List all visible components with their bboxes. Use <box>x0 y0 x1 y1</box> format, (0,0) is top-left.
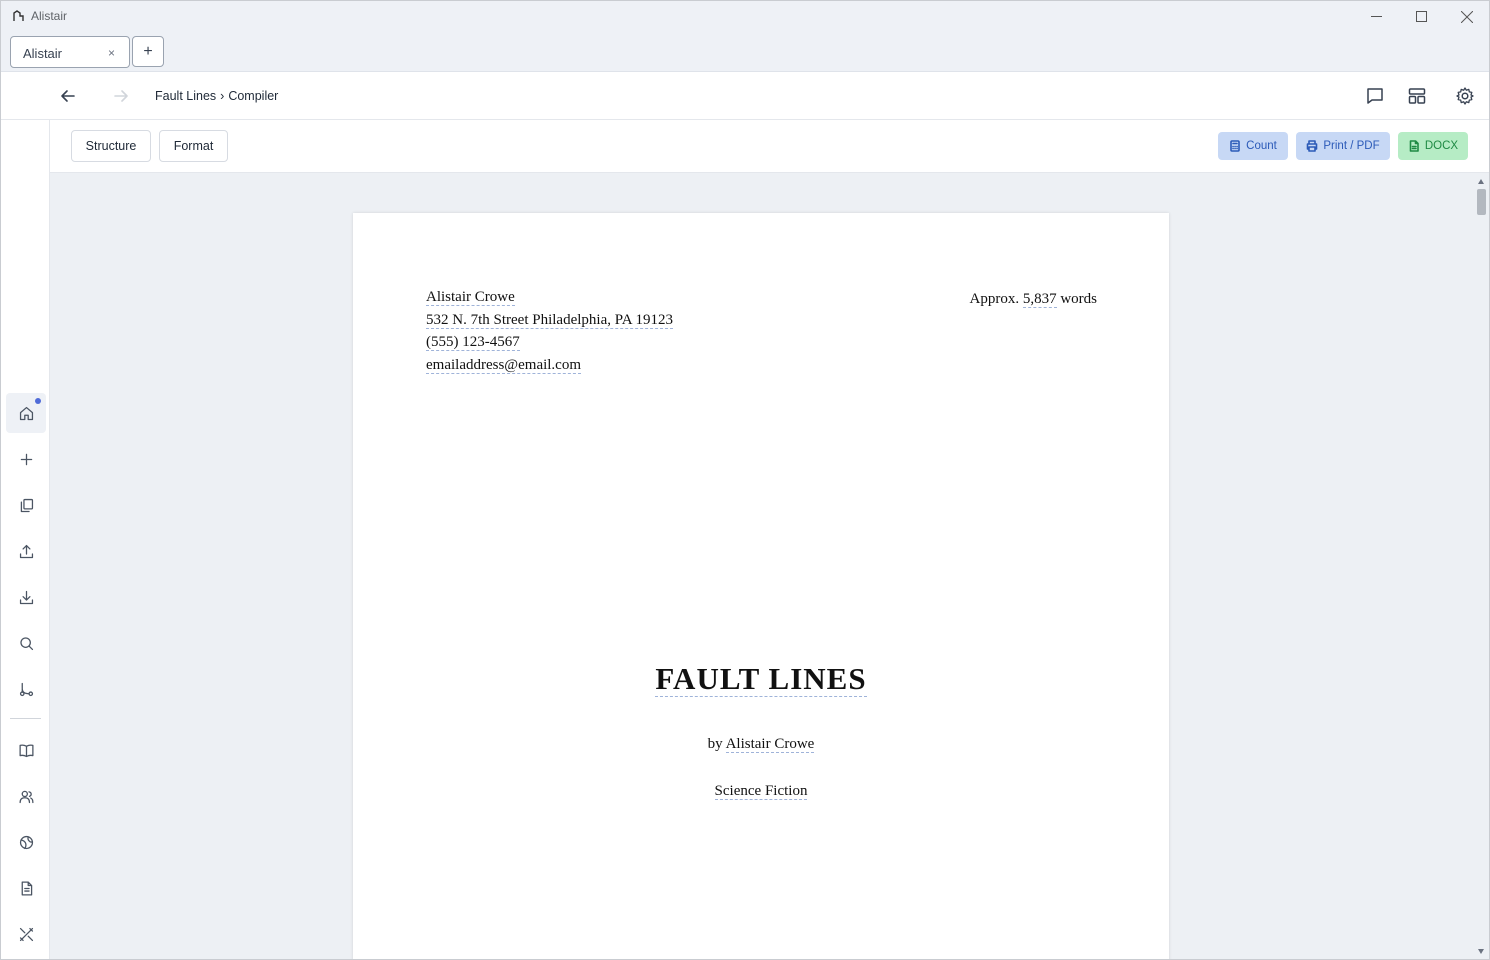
sidebar-item-download[interactable] <box>6 577 46 617</box>
byline: by Alistair Crowe <box>353 736 1169 753</box>
title-bar: Alistair <box>1 1 1489 32</box>
breadcrumb-project[interactable]: Fault Lines <box>155 89 216 103</box>
tab-alistair[interactable]: Alistair × <box>10 36 130 68</box>
vertical-scrollbar[interactable] <box>1474 173 1489 959</box>
tab-label: Alistair <box>23 46 63 61</box>
nav-bar: Fault Lines › Compiler <box>1 72 1489 120</box>
document-icon <box>21 880 32 896</box>
search-icon <box>19 636 33 650</box>
left-sidebar <box>1 120 50 959</box>
print-pdf-button[interactable]: Print / PDF <box>1296 132 1390 160</box>
git-branch-icon <box>19 682 33 696</box>
tab-strip: Alistair × + <box>1 32 1489 72</box>
app-window: Alistair Alistair × + Fault Lines › Comp… <box>0 0 1490 960</box>
word-count-line: Approx. 5,837 words <box>969 291 1097 308</box>
author-name: Alistair Crowe <box>426 289 515 306</box>
print-label: Print / PDF <box>1323 140 1380 152</box>
genre-line: Science Fiction <box>353 783 1169 800</box>
sidebar-item-copy[interactable] <box>6 485 46 525</box>
download-icon <box>19 590 33 604</box>
count-label: Count <box>1246 140 1277 152</box>
minimize-button[interactable] <box>1353 1 1399 32</box>
sidebar-item-home[interactable] <box>6 393 46 433</box>
word-count-value: 5,837 <box>1022 291 1057 308</box>
sidebar-item-tools[interactable] <box>6 914 46 954</box>
minimize-icon <box>1370 16 1382 17</box>
notification-dot <box>35 398 41 404</box>
sidebar-item-upload[interactable] <box>6 531 46 571</box>
upload-icon <box>19 544 33 558</box>
tab-close-icon[interactable]: × <box>108 46 115 60</box>
maximize-icon <box>1415 11 1427 22</box>
window-title: Alistair <box>31 9 68 23</box>
breadcrumb-current: Compiler <box>228 89 279 103</box>
users-icon <box>18 790 34 803</box>
sidebar-item-new[interactable] <box>6 439 46 479</box>
forward-arrow-icon[interactable] <box>111 86 131 106</box>
scroll-thumb[interactable] <box>1477 189 1486 215</box>
gear-icon <box>1456 87 1474 105</box>
word-count-suffix: words <box>1060 291 1097 307</box>
close-window-button[interactable] <box>1444 1 1490 32</box>
app-logo-icon <box>13 10 24 21</box>
count-button[interactable]: Count <box>1218 132 1288 160</box>
author-email: emailaddress@email.com <box>426 356 582 374</box>
file-icon <box>1409 140 1419 152</box>
author-address: 532 N. 7th Street Philadelphia, PA 19123 <box>426 311 673 329</box>
sidebar-item-branches[interactable] <box>6 669 46 709</box>
word-count-prefix: Approx. <box>969 291 1020 307</box>
new-tab-button[interactable]: + <box>132 36 164 67</box>
comment-icon <box>1367 88 1383 104</box>
close-icon <box>1461 10 1473 23</box>
preview-area: Alistair Crowe 532 N. 7th Street Philade… <box>50 173 1489 959</box>
docx-button[interactable]: DOCX <box>1398 132 1468 160</box>
layout-icon <box>1408 88 1426 104</box>
sidebar-divider <box>10 718 41 719</box>
title-text: FAULT LINES <box>655 661 867 697</box>
breadcrumb-separator: › <box>220 89 225 103</box>
format-button[interactable]: Format <box>159 130 228 162</box>
author-phone: (555) 123-4567 <box>426 334 520 351</box>
structure-button[interactable]: Structure <box>71 130 151 162</box>
maximize-button[interactable] <box>1398 1 1444 32</box>
scroll-up-arrow-icon[interactable] <box>1478 179 1484 184</box>
settings-button[interactable] <box>1453 84 1477 108</box>
sidebar-item-search[interactable] <box>6 623 46 663</box>
home-icon <box>19 406 33 420</box>
tools-icon <box>19 927 33 941</box>
docx-label: DOCX <box>1424 140 1459 152</box>
breadcrumb: Fault Lines › Compiler <box>155 89 278 103</box>
calculator-icon <box>1230 140 1240 152</box>
manuscript-page: Alistair Crowe 532 N. 7th Street Philade… <box>353 213 1169 959</box>
back-arrow-icon[interactable] <box>58 86 78 106</box>
sidebar-item-notes[interactable] <box>6 868 46 908</box>
globe-icon <box>19 835 33 849</box>
byline-prefix: by <box>707 736 723 752</box>
compiler-toolbar: Structure Format Count Print / PDF DOCX <box>50 120 1489 173</box>
manuscript-title: FAULT LINES <box>353 661 1169 697</box>
copy-icon <box>20 498 33 512</box>
book-icon <box>18 743 34 757</box>
layout-button[interactable] <box>1405 84 1429 108</box>
byline-author: Alistair Crowe <box>725 736 815 753</box>
printer-icon <box>1307 140 1318 152</box>
sidebar-item-book[interactable] <box>6 730 46 770</box>
contact-block: Alistair Crowe 532 N. 7th Street Philade… <box>426 286 673 376</box>
sidebar-item-world[interactable] <box>6 822 46 862</box>
genre-text: Science Fiction <box>714 783 808 800</box>
scroll-down-arrow-icon[interactable] <box>1478 949 1484 954</box>
comments-button[interactable] <box>1363 84 1387 108</box>
plus-icon <box>20 453 32 465</box>
sidebar-item-characters[interactable] <box>6 776 46 816</box>
